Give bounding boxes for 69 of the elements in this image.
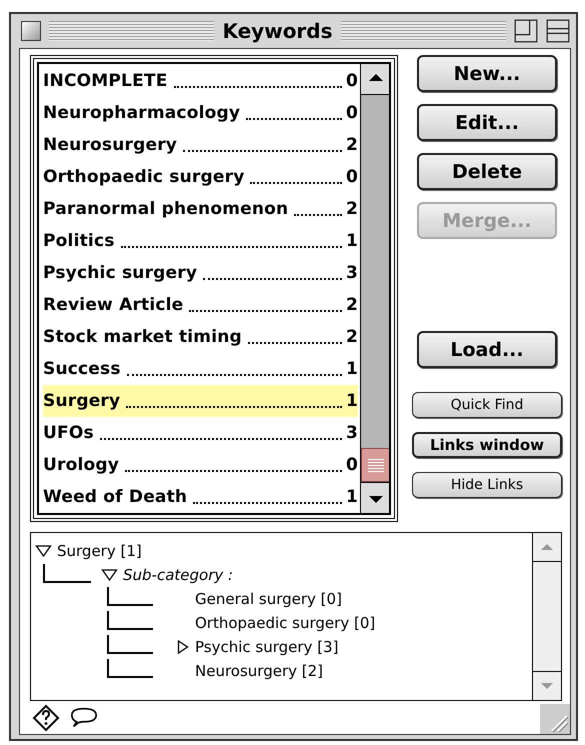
tree-item[interactable]: Surgery [1]	[57, 542, 142, 560]
button[interactable]: Load...	[417, 331, 557, 368]
scroll-down-icon[interactable]	[361, 482, 391, 515]
keyword-name: Weed of Death	[43, 487, 188, 507]
button[interactable]: Links window	[412, 432, 562, 458]
help-icon[interactable]	[32, 704, 60, 732]
keyword-name: Paranormal phenomenon	[43, 199, 288, 219]
keyword-count: 1	[346, 359, 358, 379]
keyword-row[interactable]: INCOMPLETE 0	[43, 65, 358, 97]
keyword-count: 2	[346, 135, 358, 155]
keyword-row[interactable]: Politics 1	[43, 225, 358, 257]
keyword-count: 0	[346, 455, 358, 475]
button[interactable]: New...	[417, 55, 557, 92]
keyword-count: 0	[346, 103, 358, 123]
keyword-count: 2	[346, 199, 358, 219]
keyword-row[interactable]: Neuropharmacology 0	[43, 97, 358, 129]
keyword-row[interactable]: Stock market timing 2	[43, 321, 358, 353]
keyword-count: 2	[346, 295, 358, 315]
tree-item[interactable]: Neurosurgery [2]	[195, 662, 324, 680]
keyword-count: 2	[346, 327, 358, 347]
keyword-row[interactable]: Orthopaedic surgery 0	[43, 161, 358, 193]
keyword-name: Neuropharmacology	[43, 103, 240, 123]
keyword-row[interactable]: Review Article 2	[43, 289, 358, 321]
button[interactable]: Edit...	[417, 104, 557, 141]
keyword-name: Success	[43, 359, 121, 379]
keyword-name: Urology	[43, 455, 120, 475]
tree-connector	[43, 564, 91, 586]
scroll-up-icon[interactable]	[361, 62, 391, 95]
keyword-row[interactable]: Success 1	[43, 353, 358, 385]
keyword-name: Stock market timing	[43, 327, 242, 347]
keyword-name: Review Article	[43, 295, 184, 315]
tree-item[interactable]: Orthopaedic surgery [0]	[195, 614, 376, 632]
keyword-row[interactable]: Urology 0	[43, 449, 358, 481]
keyword-row[interactable]: Neurosurgery 2	[43, 129, 358, 161]
button[interactable]: Delete	[417, 153, 557, 190]
keyword-row[interactable]: Weed of Death 1	[43, 481, 358, 513]
disclosure-triangle-icon[interactable]	[35, 544, 52, 558]
keyword-count: 1	[346, 487, 358, 507]
disclosure-triangle-icon[interactable]	[101, 568, 118, 582]
resize-grip-icon[interactable]	[540, 704, 570, 734]
keyword-count: 1	[346, 231, 358, 251]
collapse-box-icon[interactable]	[546, 19, 570, 43]
keyword-name: Politics	[43, 231, 115, 251]
keyword-count: 3	[346, 263, 358, 283]
zoom-box-icon[interactable]	[514, 19, 538, 43]
window-title: Keywords	[222, 19, 333, 43]
scroll-bar[interactable]	[532, 533, 561, 700]
scroll-thumb[interactable]	[361, 448, 391, 482]
keyword-name: Orthopaedic surgery	[43, 167, 244, 187]
keyword-count: 1	[346, 391, 358, 411]
tree-item[interactable]: Sub-category :	[123, 566, 234, 584]
keyword-count: 0	[346, 167, 358, 187]
keyword-row[interactable]: Psychic surgery 3	[43, 257, 358, 289]
keyword-row[interactable]: UFOs 3	[43, 417, 358, 449]
scroll-bar[interactable]	[360, 62, 391, 515]
button[interactable]: Quick Find	[412, 392, 562, 418]
close-box[interactable]	[21, 21, 41, 41]
tree-item[interactable]: General surgery [0]	[195, 590, 342, 608]
keyword-row[interactable]: Paranormal phenomenon 2	[43, 193, 358, 225]
keyword-name: Neurosurgery	[43, 135, 178, 155]
keyword-count: 3	[346, 423, 358, 443]
keyword-name: Surgery	[43, 391, 120, 411]
button[interactable]: Hide Links	[412, 472, 562, 498]
keyword-row[interactable]: Surgery 1	[43, 385, 358, 417]
keyword-count: 0	[346, 71, 358, 91]
tree-item[interactable]: Psychic surgery [3]	[195, 638, 338, 656]
keyword-name: UFOs	[43, 423, 94, 443]
keyword-name: INCOMPLETE	[43, 71, 168, 91]
keyword-name: Psychic surgery	[43, 263, 198, 283]
